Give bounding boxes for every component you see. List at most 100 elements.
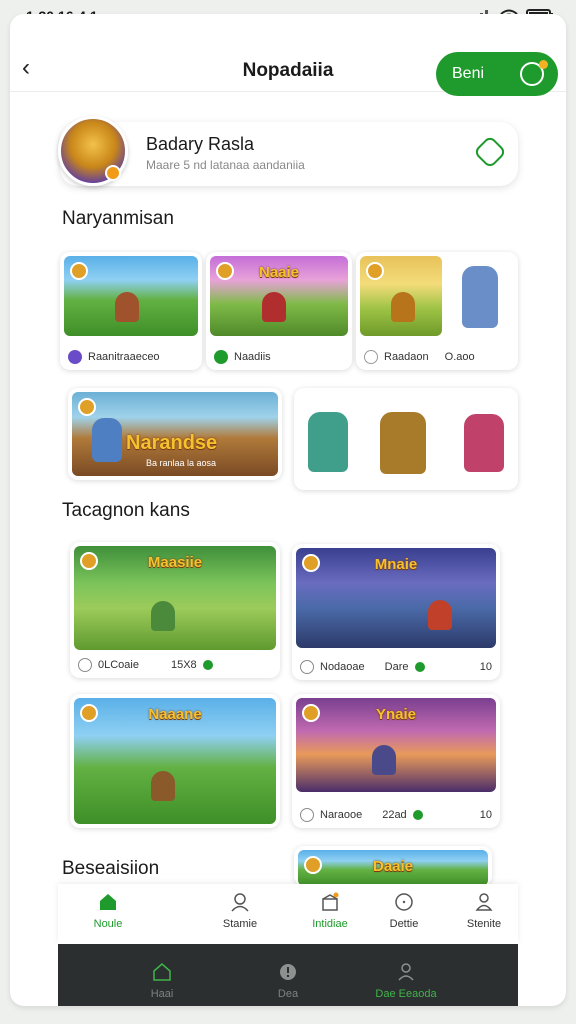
game-thumbnail: Mnaie: [296, 548, 496, 648]
profile-subtitle: Maare 5 nd latanaa aandaniia: [146, 158, 305, 172]
game-card-2[interactable]: Mnaie Nodaoae Dare 10: [292, 544, 500, 680]
section-title-first: Naryanmisan: [62, 208, 174, 229]
game-badge: [302, 704, 320, 722]
home-icon: [153, 963, 171, 981]
tile-meta: Raanitraaeceo: [68, 350, 194, 364]
game-badge: [304, 856, 322, 874]
hero-sprite: [464, 414, 504, 472]
game-title: Ynaie: [375, 706, 417, 723]
tab-label: Dea: [277, 988, 299, 1000]
game-thumbnail: Ynaie: [296, 698, 496, 792]
profile-card[interactable]: Badary Rasla Maare 5 nd latanaa aandanii…: [58, 116, 518, 186]
game-character: [372, 745, 396, 776]
section-title-second: Tacagnon kans: [62, 500, 190, 521]
profile-name: Badary Rasla: [146, 134, 255, 154]
card-icon: [300, 660, 314, 674]
game-thumbnail: Naaane: [74, 698, 276, 824]
home-icon: [100, 894, 116, 910]
game-character: [150, 601, 175, 632]
game-title: Naaane: [148, 706, 202, 723]
tile-label: Raanitraaeceo: [88, 351, 160, 363]
card-icon: [300, 808, 314, 822]
tile-meta: Naadiis: [214, 350, 344, 364]
gift-icon: [322, 892, 339, 911]
status-dot: [412, 810, 423, 820]
hero-sprite: [308, 412, 348, 472]
game-character: [391, 291, 416, 322]
game-badge: [302, 554, 320, 572]
user-icon: [398, 963, 414, 981]
tile-value: O.aoo: [444, 351, 475, 363]
notification-dot: [539, 60, 548, 69]
card-extra: 10: [479, 661, 492, 673]
card-icon: [78, 658, 92, 672]
featured-tile-1[interactable]: Raanitraaeceo: [60, 252, 202, 370]
check-icon[interactable]: [473, 135, 507, 169]
tab-dettie[interactable]: Dettie: [364, 892, 444, 930]
action-button-label: Beni: [452, 65, 485, 82]
game-badge: [70, 262, 88, 280]
game-badge: [78, 398, 96, 416]
card-value: 15X8: [170, 659, 197, 671]
banner-title: Narandse: [126, 432, 218, 454]
tab-home[interactable]: Noule: [68, 892, 148, 930]
tile-icon: [364, 350, 378, 364]
card-label: 0LCoaie: [98, 659, 139, 671]
game-title: Maasiie: [147, 554, 203, 571]
dark-tab-bar: Haai Dea Dae Eeaoda: [58, 944, 518, 1006]
dark-tab-home[interactable]: Haai: [122, 962, 202, 1000]
hero-sprite: [380, 412, 426, 474]
dark-tab-user[interactable]: Dae Eeaoda: [366, 962, 446, 1000]
game-character: [428, 600, 452, 630]
game-card-4[interactable]: Ynaie Naraooe 22ad 10: [292, 694, 500, 828]
game-card-5[interactable]: Daaie: [294, 846, 492, 886]
game-card-3[interactable]: Naaane: [70, 694, 280, 828]
hero-sprite: [92, 418, 122, 462]
game-character: [150, 771, 175, 802]
game-title: Mnaie: [374, 556, 418, 573]
game-badge: [80, 704, 98, 722]
game-character: [114, 291, 139, 322]
tab-label: Dettie: [389, 918, 419, 930]
game-badge: [216, 262, 234, 280]
game-card-1[interactable]: Maasiie 0LCoaie 15X8: [70, 542, 280, 678]
featured-tile-3[interactable]: Raadaon O.aoo: [356, 252, 518, 370]
user-icon: [231, 893, 249, 912]
tab-stamie[interactable]: Stamie: [200, 892, 280, 930]
game-title: Daaie: [372, 858, 414, 875]
card-value: Dare: [384, 661, 409, 673]
game-badge: [366, 262, 384, 280]
card-meta: Naraooe 22ad 10: [300, 808, 492, 822]
alert-icon: [280, 964, 296, 980]
tab-label: Haai: [150, 988, 174, 1000]
tab-label: Stenite: [466, 918, 502, 930]
character-strip[interactable]: [294, 388, 518, 490]
tile-label: Raadaon: [384, 351, 429, 363]
tab-intidiae[interactable]: Intidiae: [290, 892, 370, 930]
main-card: ‹ Nopadaiia Beni Badary Rasla Maare 5 nd…: [10, 14, 566, 1006]
card-value: 22ad: [382, 809, 407, 821]
game-thumbnail: Naaie: [210, 256, 348, 336]
featured-tile-2[interactable]: Naaie Naadiis: [206, 252, 352, 370]
clock-icon: [395, 893, 413, 911]
action-button[interactable]: Beni: [436, 52, 558, 96]
featured-banner[interactable]: Narandse Ba ranlaa la aosa: [68, 388, 282, 480]
header: ‹ Nopadaiia Beni: [10, 32, 566, 96]
section-title-third: Beseaisiion: [62, 858, 160, 879]
game-thumbnail: [64, 256, 198, 336]
card-label: Nodaoae: [320, 661, 365, 673]
tab-bar: Noule Stamie Intidiae Dettie Stenite: [58, 884, 518, 944]
game-thumbnail: [360, 256, 442, 336]
card-extra: 10: [479, 809, 492, 821]
tab-label: Dae Eeaoda: [375, 988, 437, 1000]
hero-sprite: [462, 266, 498, 328]
person-icon: [475, 893, 493, 911]
game-badge: [80, 552, 98, 570]
dark-tab-alert[interactable]: Dea: [248, 962, 328, 1000]
tab-label: Noule: [93, 918, 123, 930]
status-dot: [414, 662, 425, 672]
tab-stenite[interactable]: Stenite: [444, 892, 524, 930]
tile-meta: Raadaon O.aoo: [364, 350, 510, 364]
card-meta: 0LCoaie 15X8: [78, 658, 272, 672]
banner-thumbnail: Narandse Ba ranlaa la aosa: [72, 392, 278, 476]
